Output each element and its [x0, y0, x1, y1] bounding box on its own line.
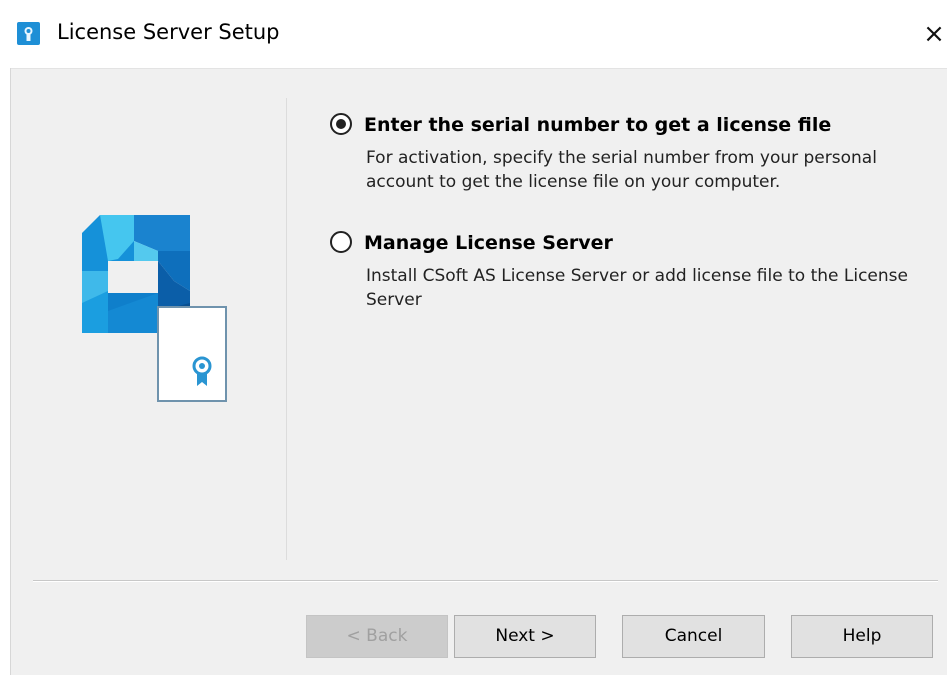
back-button[interactable]: < Back: [306, 615, 448, 658]
footer-separator: [33, 580, 938, 581]
option-manage-license-server[interactable]: Manage License Server Install CSoft AS L…: [330, 230, 940, 312]
window-title: License Server Setup: [57, 20, 280, 44]
option-serial-number-label[interactable]: Enter the serial number to get a license…: [364, 112, 831, 138]
option-manage-license-server-label[interactable]: Manage License Server: [364, 230, 613, 256]
window-left-border: [10, 68, 11, 675]
option-serial-number[interactable]: Enter the serial number to get a license…: [330, 112, 940, 194]
title-bar: License Server Setup ×: [0, 0, 947, 69]
help-button[interactable]: Help: [791, 615, 933, 658]
radio-serial-number[interactable]: [330, 113, 352, 135]
radio-manage-license-server[interactable]: [330, 231, 352, 253]
option-serial-number-description: For activation, specify the serial numbe…: [366, 148, 877, 192]
cancel-button[interactable]: Cancel: [622, 615, 765, 658]
license-certificate-logo-icon: [82, 215, 227, 402]
vertical-separator: [286, 98, 287, 560]
next-button[interactable]: Next >: [454, 615, 596, 658]
license-server-app-icon: [17, 22, 40, 45]
option-manage-license-server-description: Install CSoft AS License Server or add l…: [366, 266, 908, 310]
close-button[interactable]: ×: [914, 12, 947, 56]
options-group: Enter the serial number to get a license…: [330, 112, 940, 312]
radio-selected-dot: [336, 119, 346, 129]
